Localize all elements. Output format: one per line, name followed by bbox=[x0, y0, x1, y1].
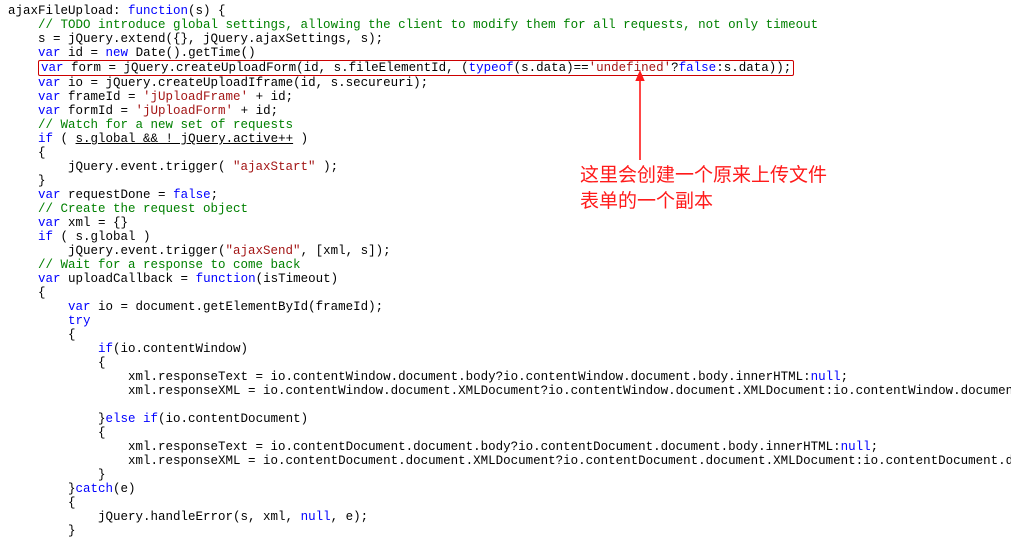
line: } bbox=[8, 524, 76, 538]
line: var io = document.getElementById(frameId… bbox=[8, 300, 383, 314]
code-block: ajaxFileUpload: function(s) { // TODO in… bbox=[8, 4, 1003, 538]
line: jQuery.event.trigger( "ajaxStart" ); bbox=[8, 160, 338, 174]
line: try bbox=[8, 314, 91, 328]
line: // Watch for a new set of requests bbox=[8, 118, 293, 132]
line: var requestDone = false; bbox=[8, 188, 218, 202]
line: }catch(e) bbox=[8, 482, 136, 496]
line: { bbox=[8, 496, 76, 510]
line: xml.responseXML = io.contentWindow.docum… bbox=[8, 384, 1011, 398]
line: jQuery.event.trigger("ajaxSend", [xml, s… bbox=[8, 244, 391, 258]
line: { bbox=[8, 356, 106, 370]
annotation-text: 这里会创建一个原来上传文件 表单的一个副本 bbox=[580, 163, 827, 215]
line: var xml = {} bbox=[8, 216, 128, 230]
highlighted-line: var form = jQuery.createUploadForm(id, s… bbox=[8, 61, 794, 75]
line: { bbox=[8, 286, 46, 300]
line: var id = new Date().getTime() bbox=[8, 46, 256, 60]
annotation-line-1: 这里会创建一个原来上传文件 bbox=[580, 163, 827, 189]
annotation-arrow-icon bbox=[620, 70, 660, 170]
line: // Create the request object bbox=[8, 202, 248, 216]
line: } bbox=[8, 174, 46, 188]
line: } bbox=[8, 468, 106, 482]
line: // TODO introduce global settings, allow… bbox=[8, 18, 818, 32]
line: if(io.contentWindow) bbox=[8, 342, 248, 356]
line: { bbox=[8, 146, 46, 160]
line: var uploadCallback = function(isTimeout) bbox=[8, 272, 338, 286]
line: ajaxFileUpload: function(s) { bbox=[8, 4, 226, 18]
line: // Wait for a response to come back bbox=[8, 258, 301, 272]
line: if ( s.global && ! jQuery.active++ ) bbox=[8, 132, 308, 146]
line: s = jQuery.extend({}, jQuery.ajaxSetting… bbox=[8, 32, 383, 46]
line: if ( s.global ) bbox=[8, 230, 151, 244]
line: xml.responseText = io.contentDocument.do… bbox=[8, 440, 878, 454]
line: var io = jQuery.createUploadIframe(id, s… bbox=[8, 76, 428, 90]
line: { bbox=[8, 426, 106, 440]
line: { bbox=[8, 328, 76, 342]
line: xml.responseText = io.contentWindow.docu… bbox=[8, 370, 848, 384]
annotation-line-2: 表单的一个副本 bbox=[580, 189, 827, 215]
line: }else if(io.contentDocument) bbox=[8, 412, 308, 426]
line: var frameId = 'jUploadFrame' + id; bbox=[8, 90, 293, 104]
line: xml.responseXML = io.contentDocument.doc… bbox=[8, 454, 1011, 468]
line: var formId = 'jUploadForm' + id; bbox=[8, 104, 278, 118]
line: jQuery.handleError(s, xml, null, e); bbox=[8, 510, 368, 524]
